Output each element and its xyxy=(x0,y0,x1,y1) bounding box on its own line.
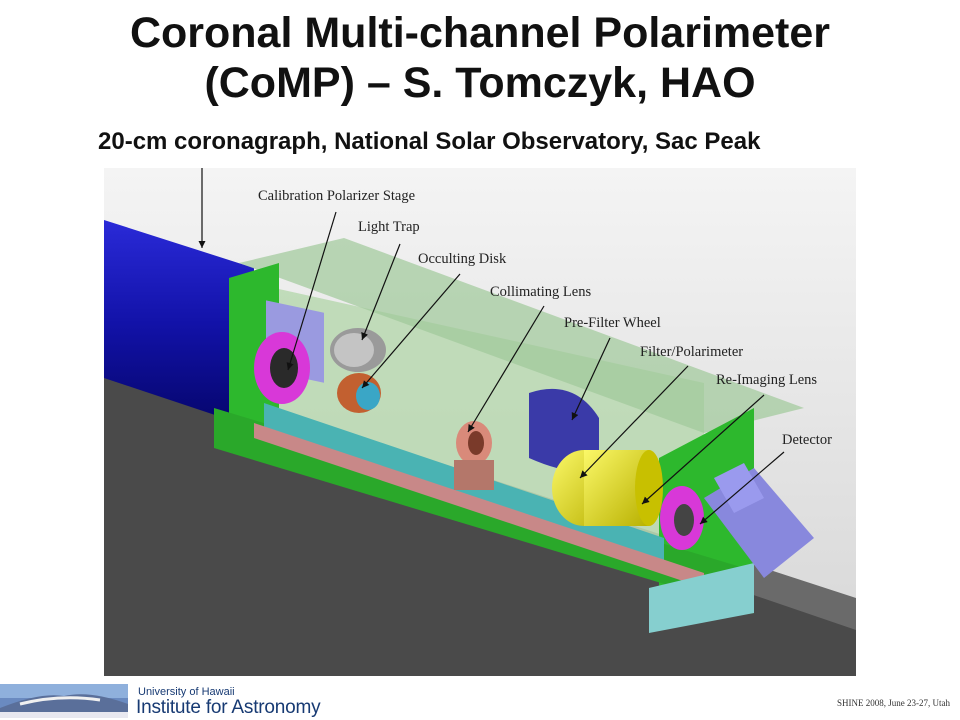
arrow-re-imaging-lens xyxy=(641,394,765,505)
arrow-filter-polarimeter xyxy=(579,365,689,479)
arrow-calibration xyxy=(286,211,337,371)
arrow-light-trap xyxy=(361,243,401,341)
logo-institute-text: Institute for Astronomy xyxy=(136,697,321,718)
footer-conference-note: SHINE 2008, June 23-27, Utah xyxy=(837,698,950,708)
arrow-detector xyxy=(699,451,785,525)
callout-arrows xyxy=(198,168,785,525)
mauna-kea-photo-logo xyxy=(0,684,128,718)
arrow-occulting-disk xyxy=(361,273,461,389)
arrow-pre-filter-wheel xyxy=(571,337,611,421)
arrow-collimating-lens xyxy=(467,305,545,433)
